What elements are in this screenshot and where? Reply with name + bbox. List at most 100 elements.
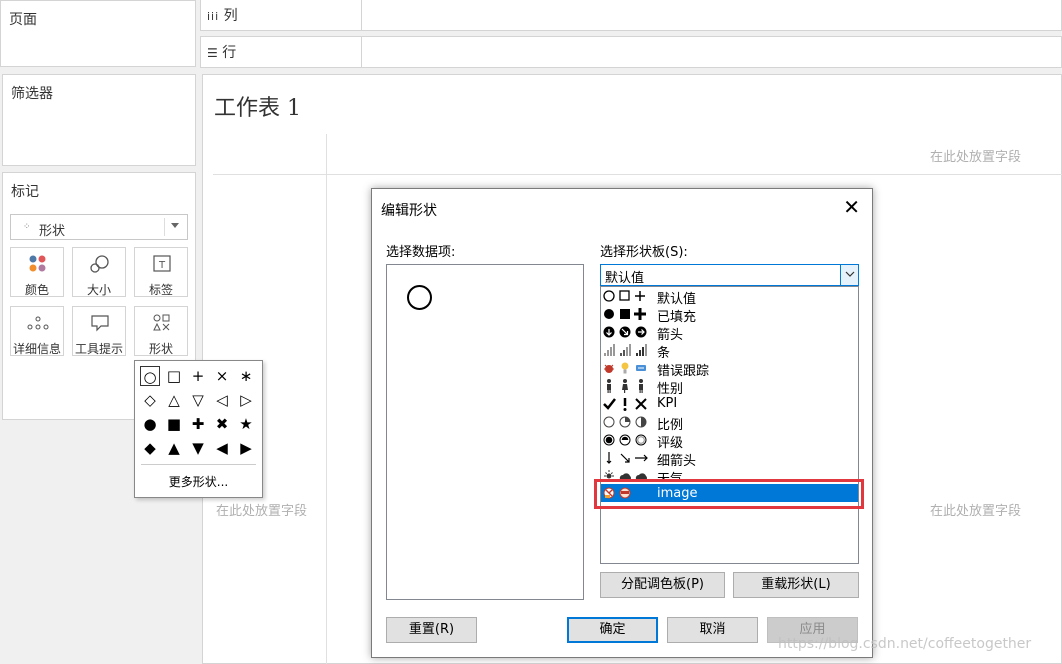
reload-shapes-button[interactable]: 重载形状(L) [733, 572, 859, 598]
palette-preview-icon [603, 288, 657, 304]
shape-picker-popup: ○ □ + × ∗ ◇ △ ▽ ◁ ▷ ● ■ ✚ ✖ ★ ◆ ▲ ▼ ◀ ▶ 更多形状... [134, 360, 263, 498]
shape-option[interactable]: ▷ [236, 390, 256, 410]
label-label: 标签 [148, 283, 173, 297]
combobox-dropdown-button[interactable] [840, 265, 858, 285]
shape-option[interactable]: ▽ [188, 390, 208, 410]
more-shapes-link[interactable]: 更多形状... [135, 473, 262, 490]
shape-option[interactable]: ◀ [212, 438, 232, 458]
shape-option[interactable]: ✚ [188, 414, 208, 434]
palette-dropdown-list[interactable]: 默认值已填充箭头条错误跟踪性别KPI比例评级细箭头天气image [600, 286, 859, 564]
cancel-button[interactable]: 取消 [667, 617, 758, 643]
rows-icon: ☰ [207, 46, 218, 60]
dialog-title: 编辑形状 [381, 203, 437, 219]
ok-button[interactable]: 确定 [567, 617, 658, 643]
edit-shape-dialog: 编辑形状 ✕ 选择数据项: 选择形状板(S): 默认值 默认值 已填充 箭头条错误跟… [371, 188, 873, 658]
size-icon [90, 255, 109, 273]
palette-option[interactable]: 评级 [601, 431, 858, 451]
detail-button[interactable]: 详细信息 [10, 306, 64, 356]
shape-option[interactable]: × [212, 366, 232, 386]
shape-option[interactable]: ● [140, 414, 160, 434]
tooltip-label: 工具提示 [74, 342, 123, 356]
mark-type-value: 形状 [39, 224, 66, 239]
palette-preview-icon [603, 396, 657, 412]
shape-option[interactable]: ■ [164, 414, 184, 434]
drop-field-view[interactable]: 在此处放置字段 [930, 500, 1021, 519]
palette-preview-icon [603, 378, 657, 394]
shape-option[interactable]: ▶ [236, 438, 256, 458]
watermark: https://blog.csdn.net/coffeetogether [778, 636, 1032, 652]
palette-option[interactable]: 默认值 [601, 287, 858, 307]
columns-icon: iii [207, 10, 220, 23]
reset-button[interactable]: 重置(R) [386, 617, 477, 643]
filters-pane[interactable]: 筛选器 [2, 74, 196, 166]
palette-option[interactable]: 天气 [601, 467, 858, 479]
palette-option[interactable]: 条 [601, 341, 858, 361]
palette-option-label: 天气 [657, 468, 683, 479]
dropdown-divider [164, 218, 165, 236]
shape-type-icon: ⁘ [23, 222, 31, 232]
data-items-list[interactable] [386, 264, 584, 600]
color-label: 颜色 [24, 283, 49, 297]
marks-card-title: 标记 [11, 184, 39, 200]
shape-option[interactable]: ○ [140, 366, 160, 386]
tooltip-icon [91, 315, 109, 332]
axis-horizontal-line [213, 174, 1062, 175]
pages-pane: 页面 [0, 0, 196, 67]
shape-option[interactable]: ▼ [188, 438, 208, 458]
palette-option[interactable]: 比例 [601, 413, 858, 433]
palette-preview-icon [603, 414, 657, 430]
palette-preview-icon [603, 468, 657, 479]
rows-shelf[interactable]: ☰ 行 [200, 36, 1062, 68]
palette-preview-icon [603, 432, 657, 448]
shape-icon [153, 314, 170, 331]
popup-divider [141, 464, 256, 465]
tooltip-button[interactable]: 工具提示 [72, 306, 126, 356]
shape-option[interactable]: ∗ [236, 366, 256, 386]
filters-pane-title: 筛选器 [11, 86, 53, 102]
close-icon[interactable]: ✕ [843, 197, 860, 217]
shape-option[interactable]: + [188, 366, 208, 386]
size-button[interactable]: 大小 [72, 247, 126, 297]
detail-icon [27, 316, 49, 330]
drop-field-rows[interactable]: 在此处放置字段 [216, 500, 307, 519]
palette-option[interactable]: 错误跟踪 [601, 359, 858, 379]
drop-field-columns[interactable]: 在此处放置字段 [930, 146, 1021, 165]
label-button[interactable]: T 标签 [134, 247, 188, 297]
rows-shelf-label: ☰ 行 [207, 45, 237, 61]
palette-option[interactable]: 箭头 [601, 323, 858, 343]
color-icon [29, 255, 46, 272]
columns-shelf[interactable]: iii 列 [200, 0, 1062, 31]
shape-option[interactable]: ◁ [212, 390, 232, 410]
shape-option[interactable]: ◆ [140, 438, 160, 458]
color-button[interactable]: 颜色 [10, 247, 64, 297]
svg-text:T: T [158, 260, 166, 271]
data-item-circle[interactable] [407, 285, 432, 310]
palette-label: 选择形状板(S): [600, 245, 688, 260]
data-items-label: 选择数据项: [386, 245, 456, 260]
shape-option[interactable]: ✖ [212, 414, 232, 434]
shape-option[interactable]: ◇ [140, 390, 160, 410]
shelf-divider [361, 0, 362, 30]
mark-type-dropdown[interactable]: ⁘ 形状 [10, 214, 188, 240]
assign-palette-button[interactable]: 分配调色板(P) [600, 572, 725, 598]
palette-option[interactable]: 性别 [601, 377, 858, 397]
shape-button[interactable]: 形状 [134, 306, 188, 356]
shelf-divider [361, 37, 362, 67]
palette-combobox[interactable]: 默认值 [600, 264, 859, 286]
palette-option[interactable]: 已填充 [601, 305, 858, 325]
palette-preview-icon [603, 306, 657, 322]
pages-pane-title: 页面 [9, 12, 37, 28]
palette-option[interactable]: KPI [601, 395, 858, 413]
palette-combobox-value: 默认值 [605, 271, 645, 286]
palette-preview-icon [603, 342, 657, 358]
sheet-title: 工作表 1 [214, 96, 301, 121]
shape-option[interactable]: ★ [236, 414, 256, 434]
columns-shelf-label: iii 列 [207, 8, 238, 24]
chevron-down-icon [845, 271, 855, 277]
highlight-annotation [594, 479, 864, 509]
shape-option[interactable]: □ [164, 366, 184, 386]
detail-label: 详细信息 [12, 342, 61, 356]
shape-option[interactable]: △ [164, 390, 184, 410]
shape-option[interactable]: ▲ [164, 438, 184, 458]
palette-option[interactable]: 细箭头 [601, 449, 858, 469]
